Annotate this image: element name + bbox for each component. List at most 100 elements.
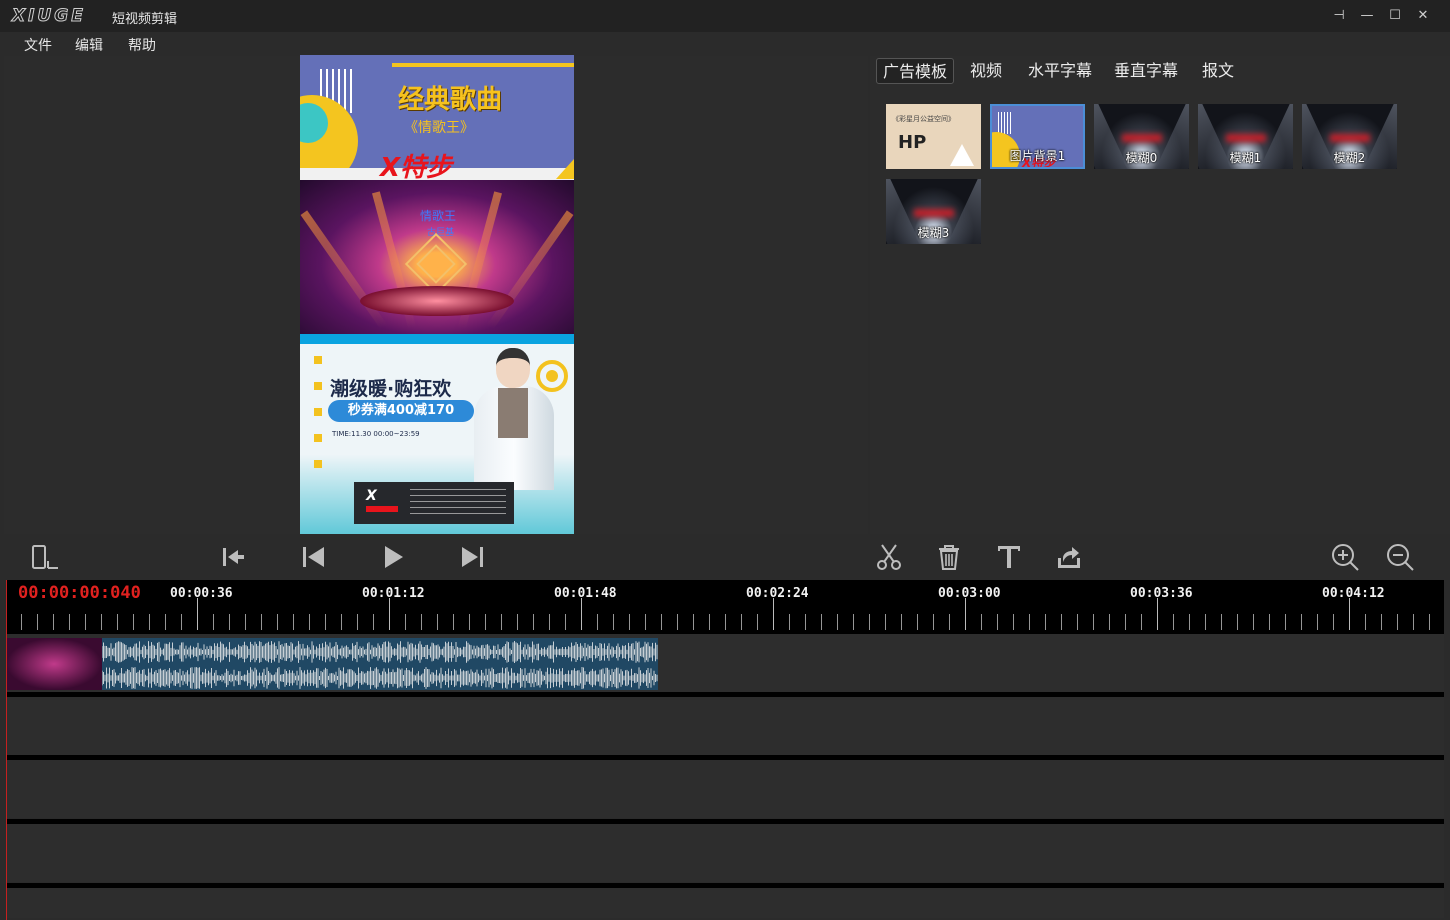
decor-square [314, 460, 322, 468]
trash-icon[interactable] [934, 542, 964, 572]
card-text-lines [410, 489, 506, 517]
zoom-out-icon[interactable] [1385, 542, 1415, 572]
preview-area: 经典歌曲 《情歌王》 X特步 情歌王 古巨基 潮级暖·购狂欢 秒券满400减17… [4, 55, 868, 535]
tick-label: 00:02:24 [746, 586, 809, 601]
tick-label: 00:01:12 [362, 586, 425, 601]
card-logo: X [366, 488, 398, 512]
tab-horizontal-subtitle[interactable]: 水平字幕 [1022, 58, 1098, 84]
track-2[interactable] [6, 697, 1444, 755]
decor-glow [1226, 134, 1266, 142]
device-icon[interactable] [30, 542, 60, 572]
menu-edit[interactable]: 编辑 [75, 35, 103, 55]
decor-square [314, 434, 322, 442]
app-logo: XIUGE [12, 6, 86, 27]
track-5[interactable] [6, 888, 1444, 918]
tick-label: 00:03:36 [1130, 586, 1193, 601]
info-card: X [354, 482, 514, 524]
clip-thumbnail [6, 638, 102, 690]
asset-panel: 广告模板 视频 水平字幕 垂直字幕 报文 《彩星月公益空间》 HP X特步 图片… [870, 56, 1450, 534]
stage-title: 情歌王 [420, 209, 457, 223]
playhead[interactable] [6, 580, 7, 920]
decor-line [392, 63, 574, 67]
tab-video[interactable]: 视频 [964, 58, 1008, 84]
ad-time: TIME:11.30 00:00~23:59 [332, 430, 420, 438]
thumb-label: 模糊1 [1229, 151, 1262, 165]
thumb-label: 模糊2 [1333, 151, 1366, 165]
decor-glow [914, 209, 954, 217]
stage-platform [360, 286, 514, 316]
scissors-icon[interactable] [874, 542, 904, 572]
minor-ticks [6, 614, 1444, 630]
next-icon[interactable] [458, 542, 488, 572]
close-button[interactable]: ✕ [1413, 6, 1433, 26]
template-thumb-3[interactable]: 模糊1 [1198, 104, 1293, 169]
thumb-hp-logo: HP [898, 132, 927, 153]
track-4[interactable] [6, 824, 1444, 882]
decor-glow [1122, 134, 1162, 142]
audio-waveform [6, 667, 658, 689]
video-editor-window: XIUGE 短视频剪辑 ⊣ — ☐ ✕ 文件 编辑 帮助 经典歌曲 《情歌王》 … [0, 0, 1450, 920]
template-thumb-2[interactable]: 模糊0 [1094, 104, 1189, 169]
thumb-label: 图片背景1 [1009, 149, 1066, 163]
thumb-label: 模糊3 [917, 226, 950, 240]
poster-title: 经典歌曲 [398, 85, 503, 115]
major-tick [1157, 598, 1158, 630]
tick-label: 00:03:00 [938, 586, 1001, 601]
thumb-tiny-text: 《彩星月公益空间》 [892, 115, 955, 123]
decor-glow [1330, 134, 1370, 142]
title-bar: XIUGE 短视频剪辑 ⊣ — ☐ ✕ [0, 0, 1450, 32]
export-icon[interactable] [1054, 542, 1084, 572]
menu-help[interactable]: 帮助 [128, 35, 156, 55]
light-beam [486, 210, 574, 330]
tick-label: 00:01:48 [554, 586, 617, 601]
brand-logo: X特步 [380, 153, 453, 180]
skip-to-start-icon[interactable] [218, 542, 248, 572]
poster-subtitle: 《情歌王》 [404, 120, 474, 136]
major-tick [965, 598, 966, 630]
tick-label: 00:00:36 [170, 586, 233, 601]
poster-segment-title: 经典歌曲 《情歌王》 X特步 [300, 55, 574, 180]
tab-message[interactable]: 报文 [1196, 58, 1240, 84]
timeline-toolbar [0, 534, 1450, 580]
track-3[interactable] [6, 760, 1444, 818]
play-icon[interactable] [378, 542, 408, 572]
poster-segment-ad: 潮级暖·购狂欢 秒券满400减170 TIME:11.30 00:00~23:5… [300, 334, 574, 535]
decor-triangle [556, 159, 574, 179]
preview-canvas[interactable]: 经典歌曲 《情歌王》 X特步 情歌王 古巨基 潮级暖·购狂欢 秒券满400减17… [300, 55, 574, 535]
window-edge [1444, 580, 1450, 920]
decor-square [314, 356, 322, 364]
light-beam [300, 210, 388, 330]
tab-vertical-subtitle[interactable]: 垂直字幕 [1108, 58, 1184, 84]
decor-square [314, 382, 322, 390]
menu-file[interactable]: 文件 [24, 35, 52, 55]
current-timecode: 00:00:00:040 [18, 583, 141, 603]
maximize-button[interactable]: ☐ [1385, 6, 1405, 26]
previous-icon[interactable] [298, 542, 328, 572]
ad-coupon: 秒券满400减170 [328, 400, 474, 422]
timeline-ruler[interactable]: 00:00:00:040 00:00:36 00:01:12 00:01:48 … [6, 580, 1444, 634]
thumb-label: 模糊0 [1125, 151, 1158, 165]
template-thumb-1[interactable]: X特步 图片背景1 [990, 104, 1085, 169]
ad-headline: 潮级暖·购狂欢 [330, 378, 452, 400]
poster-segment-stage: 情歌王 古巨基 [300, 180, 574, 334]
major-tick [773, 598, 774, 630]
decor-stripes [998, 112, 1012, 134]
model-scarf [498, 388, 528, 438]
decor-square [314, 408, 322, 416]
zoom-in-icon[interactable] [1330, 542, 1360, 572]
pin-icon[interactable]: ⊣ [1329, 6, 1349, 26]
template-thumb-0[interactable]: 《彩星月公益空间》 HP [886, 104, 981, 169]
major-tick [197, 598, 198, 630]
major-tick [389, 598, 390, 630]
template-thumb-5[interactable]: 模糊3 [886, 179, 981, 244]
tick-label: 00:04:12 [1322, 586, 1385, 601]
model-photo [468, 348, 558, 490]
template-thumb-4[interactable]: 模糊2 [1302, 104, 1397, 169]
track-video[interactable] [6, 634, 1444, 692]
video-clip[interactable] [6, 638, 658, 690]
minimize-button[interactable]: — [1357, 6, 1377, 26]
timeline-tracks [6, 634, 1444, 918]
text-icon[interactable] [994, 542, 1024, 572]
tab-ad-templates[interactable]: 广告模板 [876, 58, 955, 84]
menu-bar: 文件 编辑 帮助 [0, 32, 1450, 56]
